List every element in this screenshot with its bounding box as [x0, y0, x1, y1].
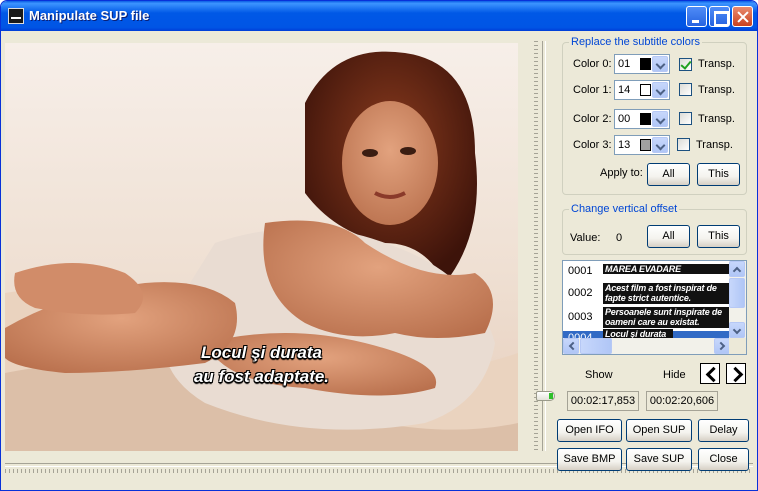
list-item-bitmap: Persoanele sunt inspirate de oameni care…: [603, 307, 731, 328]
preview-image: [5, 43, 518, 451]
scroll-right-icon[interactable]: [714, 338, 730, 354]
scroll-down-icon[interactable]: [729, 322, 745, 338]
main-window: Manipulate SUP file Locul şi durata au f…: [0, 0, 758, 491]
colors-apply-this-button[interactable]: This: [697, 163, 740, 186]
color-2-transp-label: Transp.: [698, 113, 735, 125]
show-time: 00:02:17,853: [567, 391, 639, 411]
vertical-slider-thumb[interactable]: [536, 391, 555, 401]
next-subtitle-icon[interactable]: [726, 363, 746, 384]
color-2-label: Color 2:: [573, 113, 612, 125]
color-3-transp-checkbox[interactable]: [677, 138, 690, 151]
maximize-icon[interactable]: [709, 6, 730, 27]
hide-label: Hide: [663, 369, 686, 381]
list-item-bitmap: Acest film a fost inspirat de fapte stri…: [603, 283, 731, 304]
show-label: Show: [585, 369, 613, 381]
minimize-icon[interactable]: [686, 6, 707, 27]
list-vscroll-thumb[interactable]: [729, 278, 745, 308]
chevron-down-icon[interactable]: [652, 56, 668, 72]
previous-subtitle-icon[interactable]: [700, 363, 720, 384]
color-1-transp-label: Transp.: [698, 84, 735, 96]
save-sup-button[interactable]: Save SUP: [626, 448, 692, 471]
color-2-transp-checkbox[interactable]: [679, 112, 692, 125]
list-horizontal-scrollbar[interactable]: [563, 338, 731, 354]
list-item-number: 0001: [568, 265, 593, 277]
color-0-label: Color 0:: [573, 58, 612, 70]
hide-time: 00:02:20,606: [646, 391, 718, 411]
colors-group-legend: Replace the subtitle colors: [569, 36, 703, 48]
color-3-transp-label: Transp.: [696, 139, 733, 151]
subtitle-preview: Locul şi durata au fost adaptate.: [5, 43, 518, 451]
color-0-swatch: [640, 58, 651, 70]
open-ifo-button[interactable]: Open IFO: [557, 419, 622, 442]
offset-apply-this-button[interactable]: This: [697, 225, 740, 248]
color-1-label: Color 1:: [573, 84, 612, 96]
subtitle-list[interactable]: 0001 MAREA EVADARE 0002 Acest film a fos…: [562, 260, 747, 355]
color-0-value: 01: [618, 58, 631, 70]
apply-to-label: Apply to:: [600, 167, 643, 179]
color-3-select[interactable]: 13: [614, 135, 670, 155]
scroll-left-icon[interactable]: [563, 338, 579, 354]
color-3-swatch: [640, 139, 651, 151]
close-button[interactable]: Close: [698, 448, 749, 471]
color-2-value: 00: [618, 113, 631, 125]
chevron-down-icon[interactable]: [652, 82, 668, 98]
color-1-transp-checkbox[interactable]: [679, 83, 692, 96]
list-item-number: 0002: [568, 287, 593, 299]
window-title: Manipulate SUP file: [29, 8, 150, 23]
colors-apply-all-button[interactable]: All: [647, 163, 690, 186]
color-3-label: Color 3:: [573, 139, 612, 151]
color-2-swatch: [640, 113, 651, 125]
list-hscroll-thumb[interactable]: [580, 338, 612, 354]
offset-group-legend: Change vertical offset: [569, 203, 680, 215]
color-0-transp-label: Transp.: [698, 58, 735, 70]
scroll-up-icon[interactable]: [729, 261, 745, 277]
color-1-value: 14: [618, 84, 631, 96]
vertical-slider-track[interactable]: [542, 41, 546, 451]
color-0-select[interactable]: 01: [614, 54, 670, 74]
delay-button[interactable]: Delay: [698, 419, 749, 442]
offset-value-label: Value:: [570, 232, 601, 244]
scrollbar-corner: [729, 338, 746, 354]
color-1-swatch: [640, 84, 651, 96]
color-2-select[interactable]: 00: [614, 109, 670, 129]
subtitle-line-1: Locul şi durata: [201, 343, 322, 362]
open-sup-button[interactable]: Open SUP: [626, 419, 692, 442]
title-bar[interactable]: Manipulate SUP file: [1, 1, 757, 31]
app-icon: [8, 8, 24, 24]
close-icon[interactable]: [732, 6, 753, 27]
vertical-slider-ticks: [534, 41, 538, 451]
save-bmp-button[interactable]: Save BMP: [557, 448, 622, 471]
color-0-transp-checkbox[interactable]: [679, 58, 692, 71]
list-item[interactable]: 0001 MAREA EVADARE: [563, 261, 731, 283]
subtitle-line-2: au fost adaptate.: [193, 367, 330, 386]
color-3-value: 13: [618, 139, 631, 151]
list-item-bitmap: MAREA EVADARE: [603, 264, 731, 274]
chevron-down-icon[interactable]: [652, 137, 668, 153]
offset-apply-all-button[interactable]: All: [647, 225, 690, 248]
list-item-number: 0003: [568, 311, 593, 323]
list-vertical-scrollbar[interactable]: [729, 261, 746, 339]
color-1-select[interactable]: 14: [614, 80, 670, 100]
chevron-down-icon[interactable]: [652, 111, 668, 127]
list-item[interactable]: 0002 Acest film a fost inspirat de fapte…: [563, 281, 731, 305]
offset-value: 0: [616, 232, 623, 244]
list-item[interactable]: 0003 Persoanele sunt inspirate de oameni…: [563, 305, 731, 329]
